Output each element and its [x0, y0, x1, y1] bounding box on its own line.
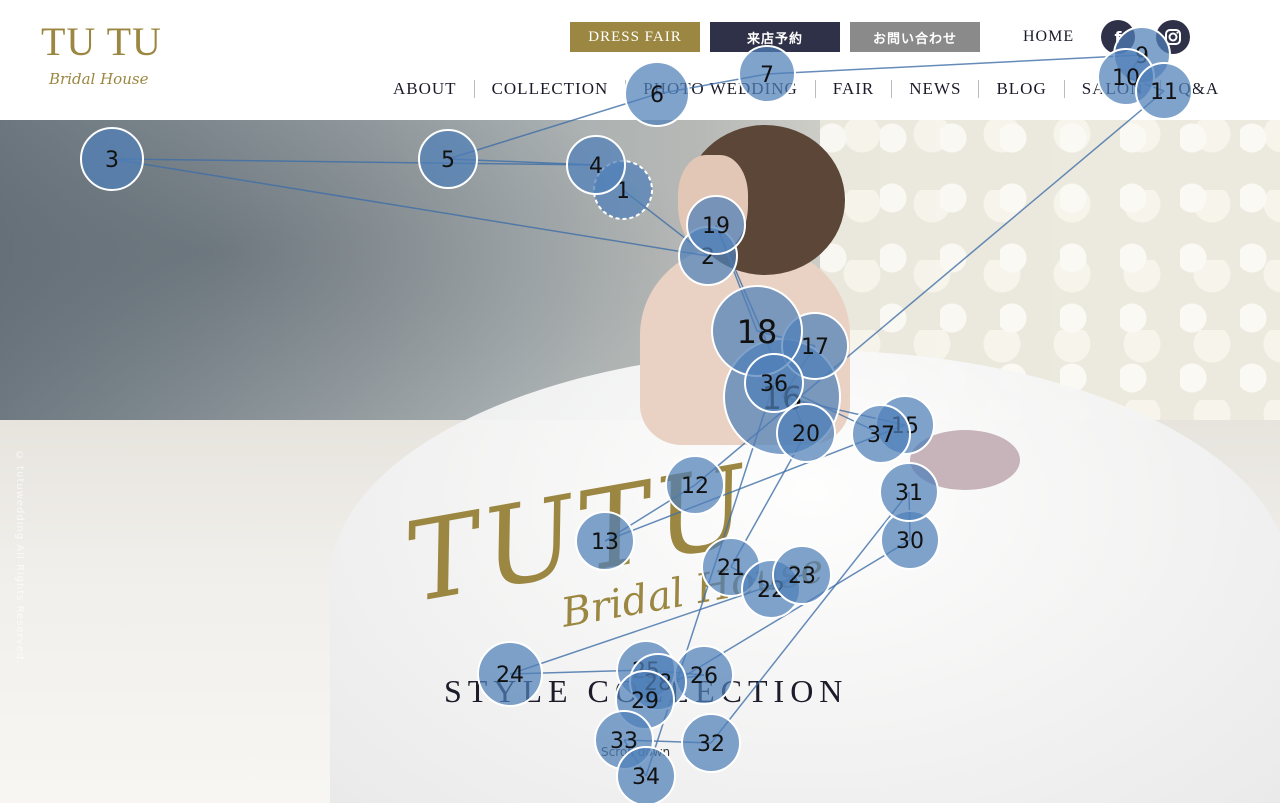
instagram-glyph	[1165, 29, 1181, 45]
nav-news[interactable]: NEWS	[891, 80, 978, 98]
logo-subtitle: Bridal House	[49, 70, 149, 88]
bride-body	[640, 245, 850, 445]
copyright-text: © tutuwedding All Rights Reserved.	[14, 450, 25, 665]
hero-title: STYLE COLLECTION	[444, 673, 849, 709]
nav-fair[interactable]: FAIR	[814, 80, 891, 98]
scroll-down-link[interactable]: Scroll down	[601, 745, 670, 759]
nav-photo-wedding[interactable]: PHOTO WEDDING	[625, 80, 815, 98]
nav-collection[interactable]: COLLECTION	[473, 80, 626, 98]
facebook-icon[interactable]: f	[1101, 20, 1135, 54]
home-link[interactable]: HOME	[1023, 28, 1074, 46]
dress-fair-button[interactable]: DRESS FAIR	[570, 22, 700, 52]
hero-flower-accent	[910, 430, 1020, 490]
hero-image: © tutuwedding All Rights Reserved. TUTU …	[0, 120, 1280, 803]
reserve-button[interactable]: 来店予約	[710, 22, 840, 52]
nav-salon[interactable]: SALON	[1063, 80, 1161, 98]
instagram-icon[interactable]	[1156, 20, 1190, 54]
nav-about[interactable]: ABOUT	[393, 80, 474, 98]
nav-qa[interactable]: Q&A	[1160, 80, 1236, 98]
logo[interactable]: TU TU	[41, 22, 162, 62]
hero-bride	[640, 125, 850, 445]
nav-blog[interactable]: BLOG	[978, 80, 1063, 98]
bride-face	[678, 155, 748, 255]
site-header: TU TU Bridal House DRESS FAIR 来店予約 お問い合わ…	[0, 0, 1280, 120]
contact-button[interactable]: お問い合わせ	[850, 22, 980, 52]
main-nav: ABOUT COLLECTION PHOTO WEDDING FAIR NEWS…	[393, 80, 1236, 98]
